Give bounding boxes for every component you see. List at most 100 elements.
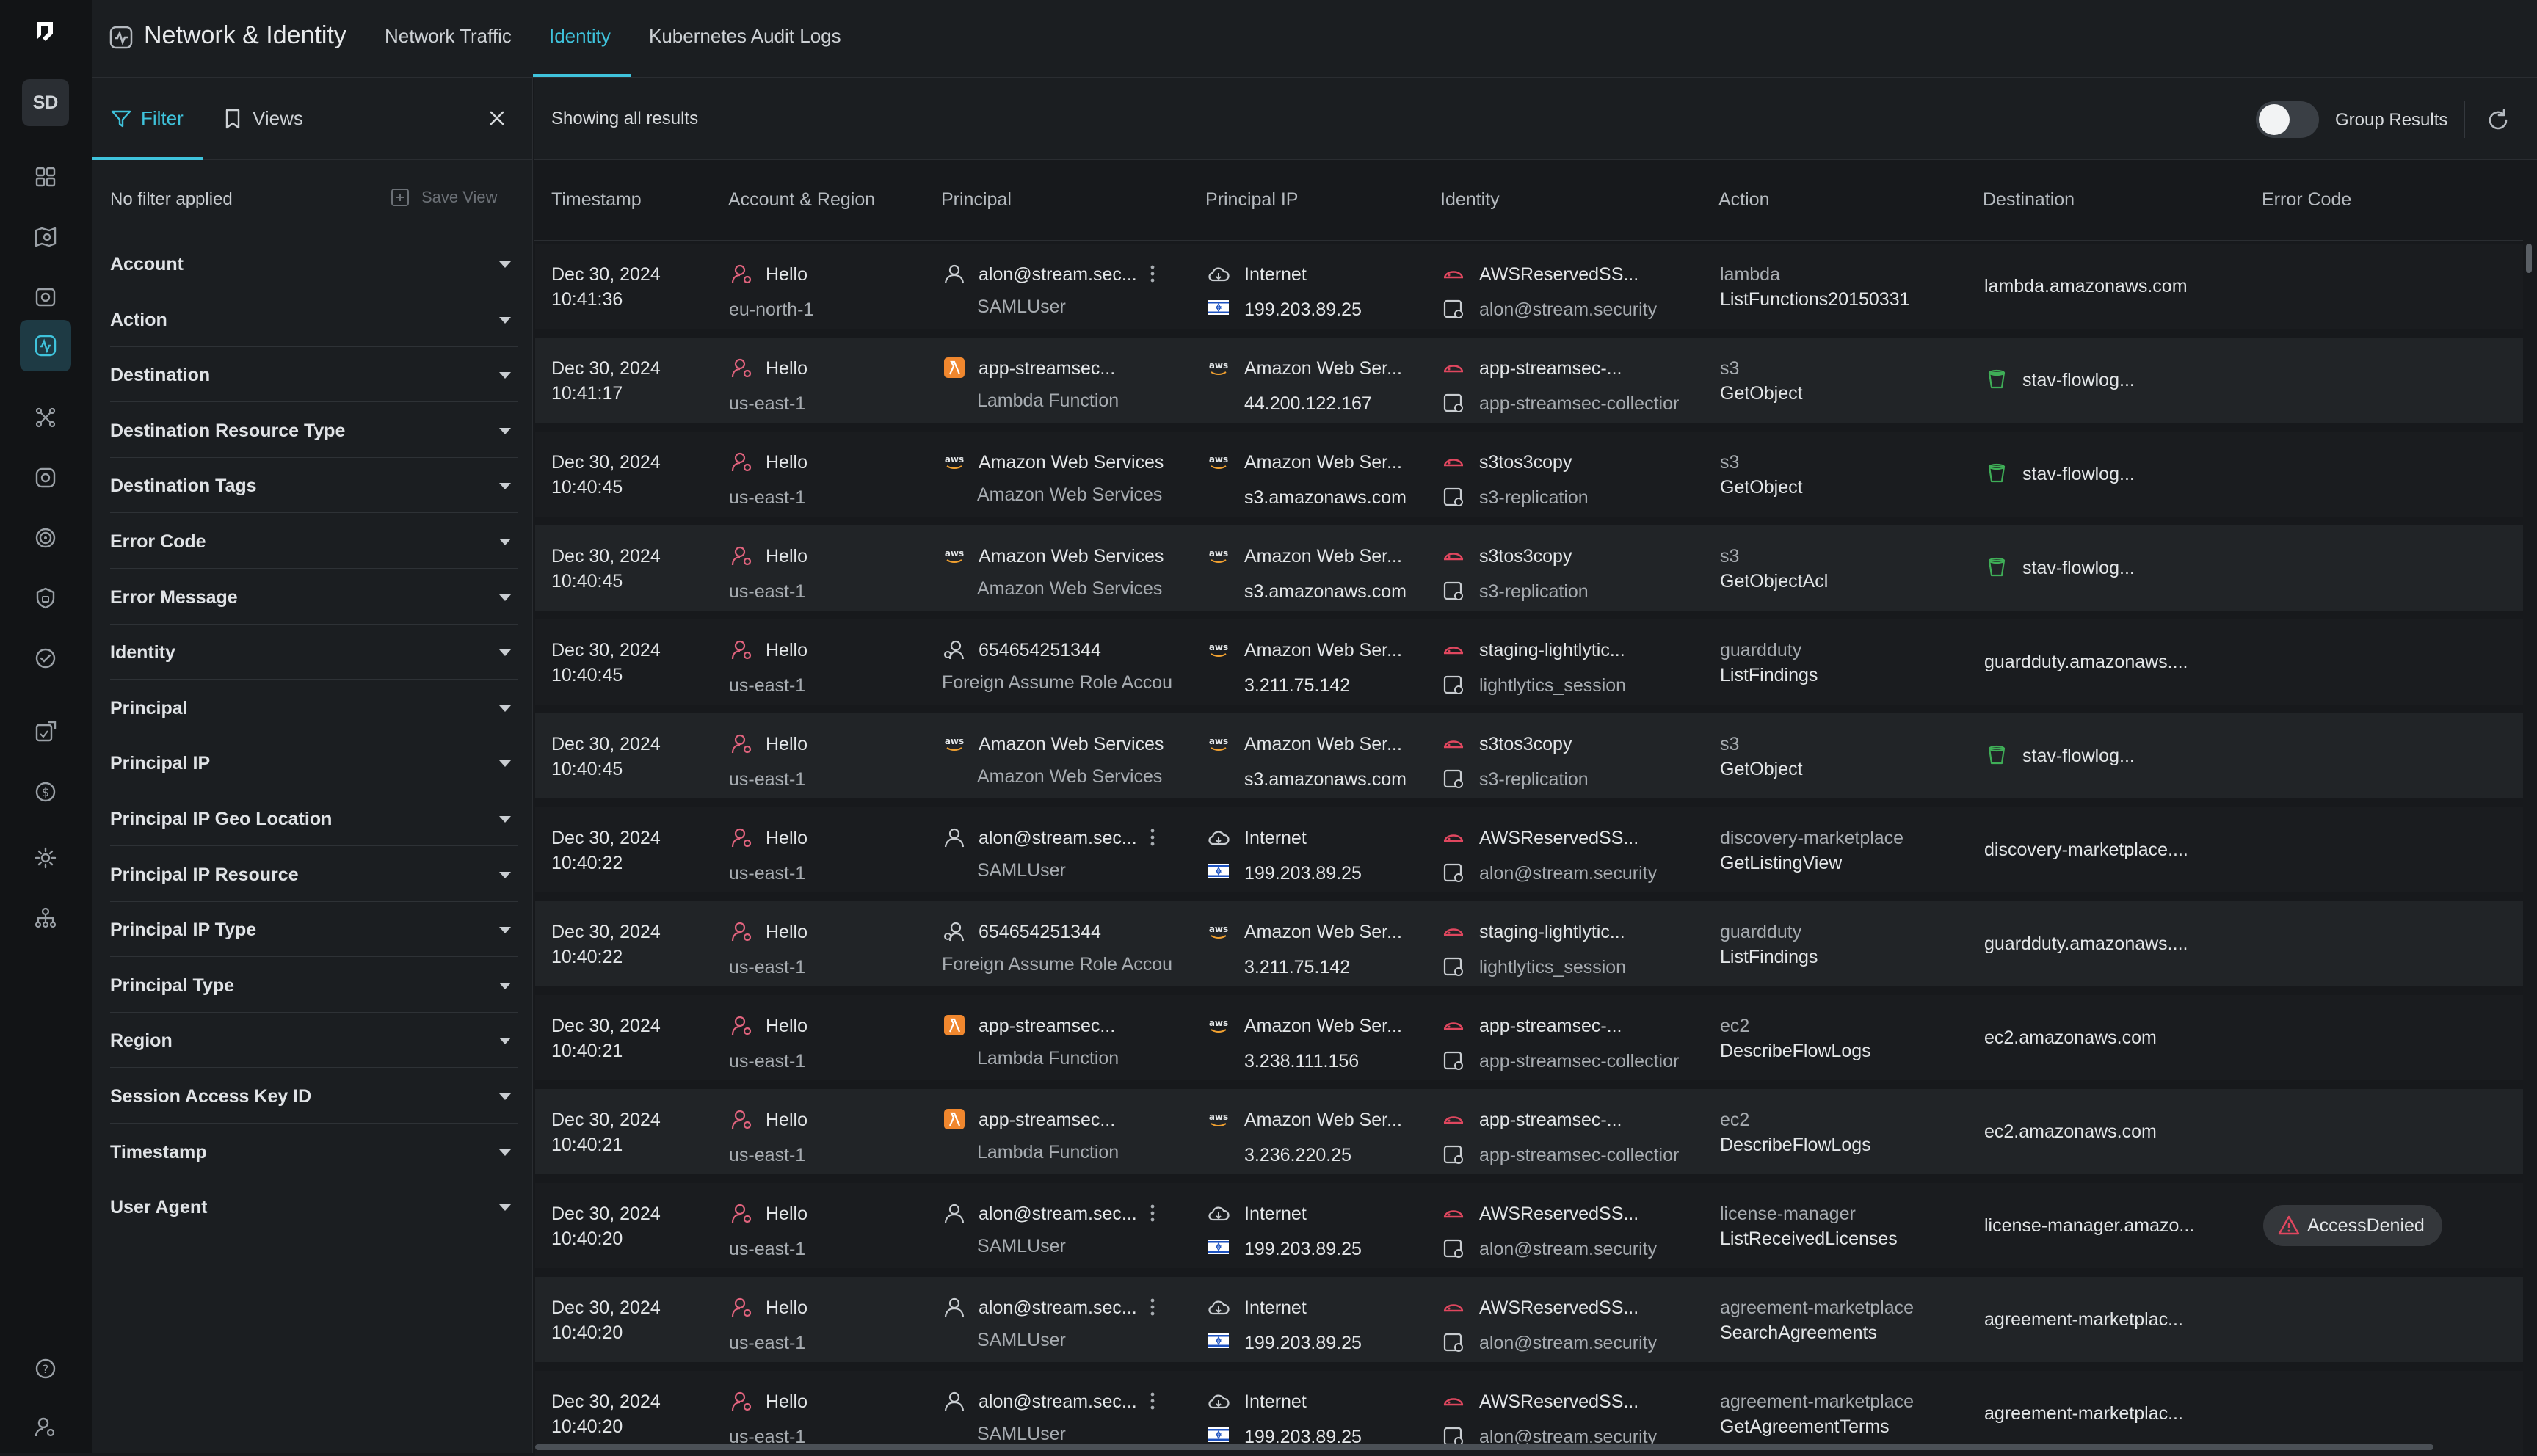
- tab-kubernetes-audit-logs[interactable]: Kubernetes Audit Logs: [649, 25, 841, 78]
- column-header-account-region[interactable]: Account & Region: [728, 189, 875, 211]
- rail-nav-item[interactable]: [20, 211, 71, 263]
- rail-nav-item[interactable]: [20, 512, 71, 564]
- table-row[interactable]: Dec 30, 2024 10:40:22 Hello us-east-1 alon@s…: [535, 807, 2523, 892]
- tab-views[interactable]: Views: [222, 107, 303, 130]
- principal-name[interactable]: alon@stream.sec...: [979, 1391, 1137, 1413]
- filter-item[interactable]: Error Message: [110, 569, 518, 625]
- principal-name[interactable]: alon@stream.sec...: [979, 1297, 1137, 1319]
- identity-name[interactable]: AWSReservedSS...: [1479, 264, 1638, 285]
- destination-name[interactable]: stav-flowlog...: [2022, 558, 2135, 579]
- rail-nav-item[interactable]: [20, 320, 71, 371]
- rail-nav-item[interactable]: [20, 151, 71, 203]
- rail-bottom-item[interactable]: ?: [20, 1343, 71, 1394]
- filter-item[interactable]: Account: [110, 236, 518, 291]
- column-header-action[interactable]: Action: [1718, 189, 1769, 211]
- filter-item[interactable]: Principal IP Resource: [110, 847, 518, 902]
- tab-identity[interactable]: Identity: [549, 25, 611, 78]
- principal-name[interactable]: app-streamsec...: [979, 1110, 1115, 1131]
- table-row[interactable]: Dec 30, 2024 10:40:45 Hello us-east-1 aws Ama…: [535, 432, 2523, 517]
- table-row[interactable]: Dec 30, 2024 10:41:36 Hello eu-north-1 alon@…: [535, 244, 2523, 329]
- destination-name[interactable]: agreement-marketplac...: [1984, 1403, 2183, 1424]
- table-row[interactable]: Dec 30, 2024 10:40:45 Hello us-east-1 aws Ama…: [535, 713, 2523, 798]
- identity-name[interactable]: app-streamsec-...: [1479, 1016, 1622, 1037]
- table-row[interactable]: Dec 30, 2024 10:40:21 Hello us-east-1 app-st…: [535, 995, 2523, 1080]
- filter-item[interactable]: Region: [110, 1013, 518, 1069]
- filter-item[interactable]: Session Access Key ID: [110, 1069, 518, 1124]
- filter-item[interactable]: Principal Type: [110, 958, 518, 1013]
- vertical-scrollbar[interactable]: [2526, 244, 2532, 273]
- destination-name[interactable]: stav-flowlog...: [2022, 370, 2135, 391]
- destination-name[interactable]: discovery-marketplace....: [1984, 840, 2188, 861]
- filter-item[interactable]: User Agent: [110, 1179, 518, 1235]
- destination-name[interactable]: guardduty.amazonaws....: [1984, 933, 2188, 955]
- rail-nav-item[interactable]: [20, 272, 71, 323]
- column-header-timestamp[interactable]: Timestamp: [551, 189, 642, 211]
- identity-name[interactable]: app-streamsec-...: [1479, 1110, 1622, 1131]
- rail-bottom-item[interactable]: [20, 1402, 71, 1453]
- horizontal-scrollbar[interactable]: [535, 1444, 2433, 1450]
- filter-item[interactable]: Timestamp: [110, 1124, 518, 1179]
- principal-name[interactable]: 654654251344: [979, 640, 1101, 661]
- filter-item[interactable]: Principal: [110, 680, 518, 735]
- identity-name[interactable]: AWSReservedSS...: [1479, 828, 1638, 849]
- principal-name[interactable]: alon@stream.sec...: [979, 264, 1137, 285]
- principal-name[interactable]: Amazon Web Services: [979, 734, 1164, 755]
- tab-network-traffic[interactable]: Network Traffic: [385, 25, 512, 78]
- rail-nav-item[interactable]: [20, 706, 71, 757]
- destination-name[interactable]: guardduty.amazonaws....: [1984, 652, 2188, 673]
- filter-item[interactable]: Identity: [110, 625, 518, 680]
- close-icon[interactable]: [486, 107, 508, 129]
- identity-name[interactable]: s3tos3copy: [1479, 452, 1572, 473]
- filter-item[interactable]: Principal IP Type: [110, 902, 518, 958]
- table-row[interactable]: Dec 30, 2024 10:40:45 Hello us-east-1 aws Ama…: [535, 525, 2523, 611]
- identity-name[interactable]: s3tos3copy: [1479, 734, 1572, 755]
- table-row[interactable]: Dec 30, 2024 10:40:20 Hello us-east-1 alon@s…: [535, 1371, 2523, 1456]
- column-header-identity[interactable]: Identity: [1440, 189, 1500, 211]
- refresh-icon[interactable]: [2485, 107, 2511, 134]
- table-row[interactable]: Dec 30, 2024 10:40:22 Hello us-east-1 654654…: [535, 901, 2523, 986]
- column-header-principal-ip[interactable]: Principal IP: [1205, 189, 1298, 211]
- principal-name[interactable]: Amazon Web Services: [979, 452, 1164, 473]
- app-logo-icon[interactable]: [32, 19, 57, 44]
- identity-name[interactable]: AWSReservedSS...: [1479, 1391, 1638, 1413]
- table-row[interactable]: Dec 30, 2024 10:40:21 Hello us-east-1 app-st…: [535, 1089, 2523, 1174]
- tab-filter[interactable]: Filter: [110, 107, 184, 130]
- destination-name[interactable]: lambda.amazonaws.com: [1984, 276, 2188, 297]
- table-row[interactable]: Dec 30, 2024 10:40:45 Hello us-east-1 654654…: [535, 619, 2523, 705]
- rail-nav-item[interactable]: $: [20, 766, 71, 818]
- rail-nav-item[interactable]: [20, 633, 71, 684]
- identity-name[interactable]: s3tos3copy: [1479, 546, 1572, 567]
- principal-name[interactable]: alon@stream.sec...: [979, 1204, 1137, 1225]
- column-header-destination[interactable]: Destination: [1983, 189, 2075, 211]
- filter-item[interactable]: Action: [110, 292, 518, 347]
- rail-nav-item[interactable]: [20, 892, 71, 944]
- principal-name[interactable]: app-streamsec...: [979, 1016, 1115, 1037]
- destination-name[interactable]: stav-flowlog...: [2022, 464, 2135, 485]
- group-results-toggle[interactable]: [2256, 101, 2319, 138]
- filter-item[interactable]: Principal IP: [110, 735, 518, 791]
- rail-nav-item[interactable]: [20, 392, 71, 443]
- identity-name[interactable]: AWSReservedSS...: [1479, 1297, 1638, 1319]
- filter-item[interactable]: Destination: [110, 347, 518, 403]
- identity-name[interactable]: staging-lightlytic...: [1479, 640, 1625, 661]
- rail-nav-item[interactable]: [20, 452, 71, 503]
- destination-name[interactable]: stav-flowlog...: [2022, 746, 2135, 767]
- table-row[interactable]: Dec 30, 2024 10:40:20 Hello us-east-1 alon@s…: [535, 1277, 2523, 1362]
- column-header-principal[interactable]: Principal: [941, 189, 1012, 211]
- filter-item[interactable]: Destination Resource Type: [110, 403, 518, 458]
- rail-nav-item[interactable]: [20, 832, 71, 884]
- principal-name[interactable]: 654654251344: [979, 922, 1101, 943]
- principal-name[interactable]: Amazon Web Services: [979, 546, 1164, 567]
- user-avatar[interactable]: SD: [22, 79, 69, 126]
- destination-name[interactable]: license-manager.amazo...: [1984, 1215, 2194, 1237]
- destination-name[interactable]: ec2.amazonaws.com: [1984, 1121, 2157, 1143]
- table-row[interactable]: Dec 30, 2024 10:41:17 Hello us-east-1 app-st…: [535, 338, 2523, 423]
- identity-name[interactable]: app-streamsec-...: [1479, 358, 1622, 379]
- save-view-button[interactable]: Save View: [389, 186, 498, 208]
- filter-item[interactable]: Principal IP Geo Location: [110, 791, 518, 846]
- destination-name[interactable]: ec2.amazonaws.com: [1984, 1027, 2157, 1049]
- identity-name[interactable]: staging-lightlytic...: [1479, 922, 1625, 943]
- table-row[interactable]: Dec 30, 2024 10:40:20 Hello us-east-1 alon@s…: [535, 1183, 2523, 1268]
- column-header-error-code[interactable]: Error Code: [2262, 189, 2351, 211]
- filter-item[interactable]: Error Code: [110, 514, 518, 569]
